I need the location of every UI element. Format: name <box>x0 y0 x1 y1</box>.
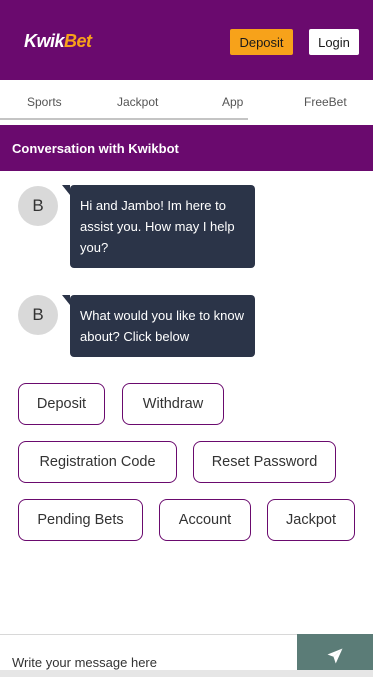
tab-app[interactable]: App <box>222 95 243 109</box>
logo-main-text: Kwik <box>24 31 65 51</box>
quick-reply-withdraw[interactable]: Withdraw <box>122 383 224 425</box>
quick-reply-deposit[interactable]: Deposit <box>18 383 105 425</box>
tab-freebet[interactable]: FreeBet <box>304 95 347 109</box>
bot-avatar: B <box>18 295 58 335</box>
bot-avatar: B <box>18 186 58 226</box>
top-header: KwikBet Deposit Login <box>0 0 373 80</box>
conversation-title-bar: Conversation with Kwikbot <box>0 125 373 171</box>
quick-reply-reset-password[interactable]: Reset Password <box>193 441 336 483</box>
quick-reply-account[interactable]: Account <box>159 499 251 541</box>
nav-tabs: Sports Jackpot App FreeBet <box>0 80 373 125</box>
deposit-button[interactable]: Deposit <box>230 29 293 55</box>
quick-reply-pending-bets[interactable]: Pending Bets <box>18 499 143 541</box>
tabs-scroll-indicator <box>0 118 248 120</box>
paper-plane-icon <box>327 648 343 664</box>
bot-message: Hi and Jambo! Im here to assist you. How… <box>62 185 255 268</box>
quick-reply-jackpot[interactable]: Jackpot <box>267 499 355 541</box>
kwikbet-logo[interactable]: KwikBet <box>24 31 92 52</box>
tab-sports[interactable]: Sports <box>27 95 62 109</box>
login-button[interactable]: Login <box>309 29 359 55</box>
bottom-edge <box>0 670 373 677</box>
conversation-title: Conversation with Kwikbot <box>12 140 179 156</box>
bot-message: What would you like to know about? Click… <box>62 295 255 357</box>
quick-reply-registration-code[interactable]: Registration Code <box>18 441 177 483</box>
tab-jackpot[interactable]: Jackpot <box>117 95 158 109</box>
logo-accent-text: Bet <box>64 31 92 51</box>
app: KwikBet Deposit Login Sports Jackpot App… <box>0 0 373 677</box>
